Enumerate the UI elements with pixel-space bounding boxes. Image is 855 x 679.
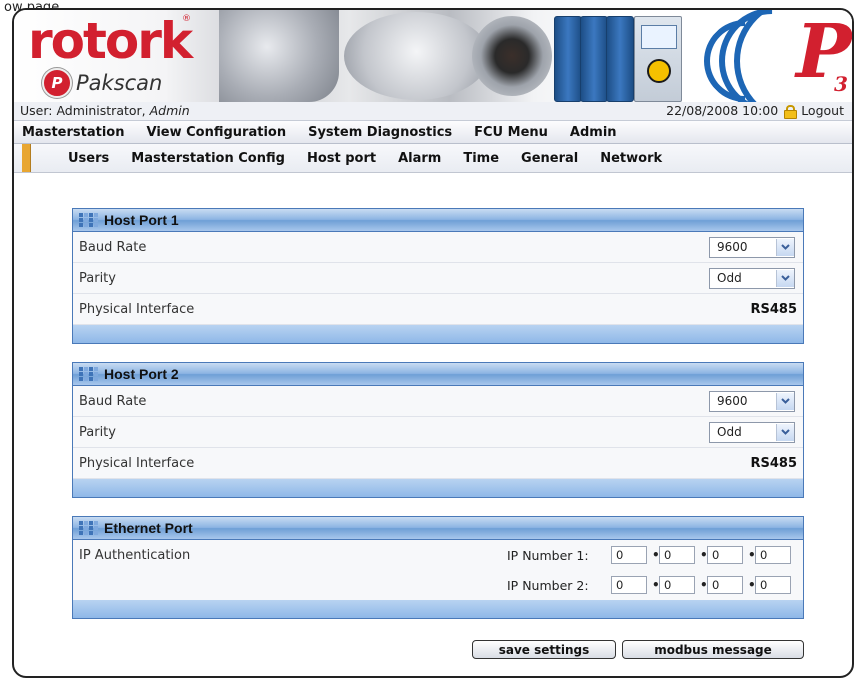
baud-rate-label: Baud Rate (79, 239, 147, 255)
panel-title: Host Port 1 (104, 212, 179, 228)
ip-number-2-label: IP Number 2: (507, 577, 589, 593)
submenu-masterstation-config[interactable]: Masterstation Config (120, 151, 296, 166)
baud-rate-row: Baud Rate 9600 (73, 386, 803, 417)
ip-number-1-label: IP Number 1: (507, 547, 589, 563)
panel-header: Host Port 1 (73, 209, 803, 232)
ip-number-2-row: IP Number 2: 0 • 0 • 0 • 0 (73, 570, 803, 600)
grid-icon (79, 367, 98, 381)
ip1-octet-3-input[interactable]: 0 (707, 546, 743, 564)
rack-module-image (580, 16, 608, 102)
ip-authentication-label: IP Authentication (79, 547, 191, 563)
rotork-logo: rotork (28, 12, 193, 70)
ip2-octet-3-input[interactable]: 0 (707, 576, 743, 594)
ethernet-port-panel: Ethernet Port IP Authentication IP Numbe… (72, 516, 804, 619)
menu-masterstation[interactable]: Masterstation (14, 125, 135, 140)
panel-title: Host Port 2 (104, 366, 179, 382)
panel-header: Ethernet Port (73, 517, 803, 540)
ip2-octet-4-input[interactable]: 0 (755, 576, 791, 594)
chevron-down-icon[interactable] (776, 238, 794, 256)
host-port-1-panel: Host Port 1 Baud Rate 9600 Parity Odd Ph… (72, 208, 804, 344)
parity-label: Parity (79, 270, 116, 286)
panel-footer (73, 600, 803, 618)
rack-module-image (606, 16, 634, 102)
submenu-alarm[interactable]: Alarm (387, 151, 452, 166)
physical-interface-value: RS485 (750, 301, 797, 317)
ip1-octet-1-input[interactable]: 0 (611, 546, 647, 564)
modbus-message-button[interactable]: modbus message (622, 640, 804, 659)
submenu-host-port[interactable]: Host port (296, 151, 387, 166)
sub-menu: Users Masterstation Config Host port Ala… (14, 144, 852, 173)
parity-select[interactable]: Odd (709, 421, 795, 443)
panel-header: Host Port 2 (73, 363, 803, 386)
ip1-octet-4-input[interactable]: 0 (755, 546, 791, 564)
registered-mark: ® (182, 14, 191, 24)
masterstation-unit-image (634, 16, 682, 102)
menu-view-configuration[interactable]: View Configuration (135, 125, 297, 140)
ip2-octet-1-input[interactable]: 0 (611, 576, 647, 594)
physical-interface-label: Physical Interface (79, 455, 195, 471)
logout-link[interactable]: Logout (801, 103, 844, 118)
user-bar: User: Administrator, Admin 22/08/2008 10… (14, 102, 852, 121)
menu-admin[interactable]: Admin (559, 125, 628, 140)
parity-row: Parity Odd (73, 263, 803, 294)
submenu-users[interactable]: Users (57, 151, 120, 166)
submenu-time[interactable]: Time (452, 151, 510, 166)
pakscan-logo: P Pakscan (42, 68, 162, 98)
pakscan-badge-icon: P (42, 68, 72, 98)
submenu-general[interactable]: General (510, 151, 589, 166)
submenu-marker (22, 144, 31, 172)
pakscan-wordmark: Pakscan (76, 71, 163, 95)
grid-icon (79, 213, 98, 227)
physical-interface-row: Physical Interface RS485 (73, 448, 803, 479)
main-menu: Masterstation View Configuration System … (14, 121, 852, 144)
header-banner: P 3 rotork ® P Pakscan (14, 9, 852, 153)
submenu-network[interactable]: Network (589, 151, 673, 166)
current-user: User: Administrator, Admin (20, 103, 190, 118)
physical-interface-value: RS485 (750, 455, 797, 471)
p3-logo: P 3 (794, 9, 852, 98)
user-actions: 22/08/2008 10:00 Logout (666, 103, 844, 119)
ip-number-1-row: IP Authentication IP Number 1: 0 • 0 • 0… (73, 540, 803, 570)
physical-interface-row: Physical Interface RS485 (73, 294, 803, 325)
actuator-head-image (472, 16, 552, 96)
baud-rate-label: Baud Rate (79, 393, 147, 409)
host-port-2-panel: Host Port 2 Baud Rate 9600 Parity Odd Ph… (72, 362, 804, 498)
parity-row: Parity Odd (73, 417, 803, 448)
grid-icon (79, 521, 98, 535)
actuator-image-2 (344, 12, 489, 100)
baud-rate-select[interactable]: 9600 (709, 236, 795, 258)
physical-interface-label: Physical Interface (79, 301, 195, 317)
chevron-down-icon[interactable] (776, 423, 794, 441)
menu-system-diagnostics[interactable]: System Diagnostics (297, 125, 463, 140)
parity-label: Parity (79, 424, 116, 440)
chevron-down-icon[interactable] (776, 269, 794, 287)
actuator-image (219, 10, 339, 102)
user-role: Admin (149, 103, 190, 118)
chevron-down-icon[interactable] (776, 392, 794, 410)
current-datetime: 22/08/2008 10:00 (666, 103, 779, 118)
ip1-octet-2-input[interactable]: 0 (659, 546, 695, 564)
ip2-octet-2-input[interactable]: 0 (659, 576, 695, 594)
parity-select[interactable]: Odd (709, 267, 795, 289)
panel-title: Ethernet Port (104, 520, 193, 536)
save-settings-button[interactable]: save settings (472, 640, 616, 659)
panel-footer (73, 479, 803, 497)
panel-footer (73, 325, 803, 343)
rack-module-image (554, 16, 582, 102)
lock-icon[interactable] (784, 104, 798, 119)
baud-rate-row: Baud Rate 9600 (73, 232, 803, 263)
baud-rate-select[interactable]: 9600 (709, 390, 795, 412)
app-window: P 3 rotork ® P Pakscan User: Administrat… (12, 8, 854, 678)
menu-fcu-menu[interactable]: FCU Menu (463, 125, 559, 140)
